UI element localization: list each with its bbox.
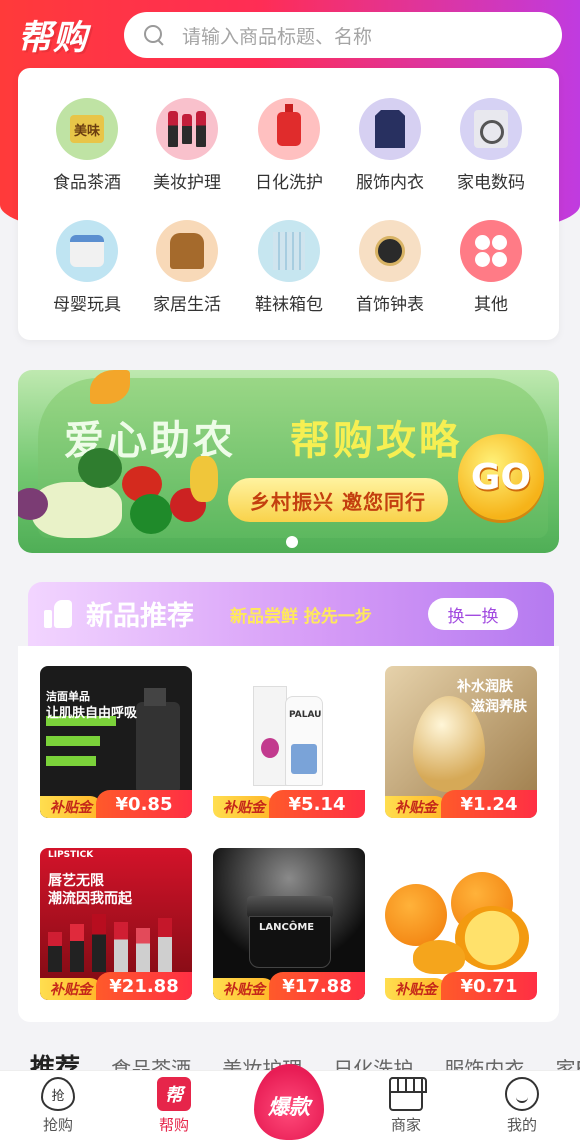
nav-label: 抢购	[42, 1116, 73, 1134]
banner-subtitle: 乡村振兴 邀您同行	[228, 478, 448, 522]
product-caption: LIPSTICK	[48, 850, 94, 860]
subsidy-badge: 补贴金	[213, 978, 275, 1000]
store-icon	[389, 1077, 427, 1111]
banner-title-right: 帮购攻略	[290, 418, 462, 464]
broccoli-icon	[78, 448, 122, 488]
category-other[interactable]: 其他	[441, 220, 541, 315]
product-grid: 洁面单品 让肌肤自由呼吸 补贴金 ¥0.85 PALAU 补贴金 ¥5.14 补…	[18, 646, 559, 1022]
category-appliance[interactable]: 家电数码	[441, 98, 541, 193]
product-caption: 滋润养肤	[471, 699, 527, 715]
category-cosmetics[interactable]: 美妆护理	[137, 98, 237, 193]
price-tag: 补贴金 ¥21.88	[40, 972, 192, 1000]
nav-label: 我的	[506, 1116, 537, 1134]
product-caption: 让肌肤自由呼吸	[46, 706, 138, 721]
curtain-icon	[258, 220, 320, 282]
corn-icon	[190, 456, 218, 502]
subsidy-badge: 补贴金	[40, 978, 102, 1000]
price-tag: 补贴金 ¥17.88	[213, 972, 365, 1000]
subsidy-badge: 补贴金	[40, 796, 102, 818]
product-card[interactable]: 洁面单品 让肌肤自由呼吸 补贴金 ¥0.85	[40, 666, 192, 818]
product-brand: PALAU	[289, 710, 322, 720]
pepper-icon	[130, 494, 172, 534]
subsidy-badge: 补贴金	[385, 978, 447, 1000]
promo-banner[interactable]: 爱心助农 帮购攻略 乡村振兴 邀您同行 GO	[18, 370, 559, 553]
product-price: ¥0.85	[96, 790, 192, 818]
nav-label: 商家	[390, 1116, 421, 1134]
category-grid: 美味 食品茶酒 美妆护理 日化洗护 服饰内衣 家电数码 母婴玩具 家居生活 鞋袜…	[18, 68, 559, 340]
product-price: ¥0.71	[441, 972, 537, 1000]
carousel-indicator[interactable]	[286, 536, 298, 548]
search-icon	[142, 23, 166, 47]
category-food[interactable]: 美味 食品茶酒	[37, 98, 137, 193]
nav-profile[interactable]: 我的	[482, 1077, 562, 1135]
product-caption: 唇艺无限	[48, 873, 104, 889]
other-icon	[460, 220, 522, 282]
banner-go-button[interactable]: GO	[458, 434, 544, 520]
product-caption: 潮流因我而起	[48, 891, 132, 907]
category-shoes-bags[interactable]: 鞋袜箱包	[239, 220, 339, 315]
product-card[interactable]: 补水润肤 滋润养肤 补贴金 ¥1.24	[385, 666, 537, 818]
category-label: 服饰内衣	[356, 173, 424, 193]
price-tag: 补贴金 ¥0.85	[40, 790, 192, 818]
product-card[interactable]: PALAU 补贴金 ¥5.14	[213, 666, 365, 818]
baby-formula-icon	[56, 220, 118, 282]
clothing-icon	[359, 98, 421, 160]
price-tag: 补贴金 ¥5.14	[213, 790, 365, 818]
armchair-icon	[156, 220, 218, 282]
category-clothing[interactable]: 服饰内衣	[340, 98, 440, 193]
category-jewelry[interactable]: 首饰钟表	[340, 220, 440, 315]
new-products-header: 新品推荐 新品尝鲜 抢先一步 换一换	[28, 582, 554, 646]
subsidy-badge: 补贴金	[213, 796, 275, 818]
category-label: 日化洗护	[255, 173, 323, 193]
product-card[interactable]: LIPSTICK 唇艺无限 潮流因我而起 补贴金 ¥21.88	[40, 848, 192, 1000]
category-label: 母婴玩具	[53, 295, 121, 315]
refresh-button[interactable]: 换一换	[428, 598, 518, 630]
nav-merchant[interactable]: 商家	[366, 1077, 446, 1135]
nav-label: 帮购	[158, 1116, 189, 1134]
app-logo: 帮购	[18, 18, 88, 58]
search-input[interactable]: 请输入商品标题、名称	[182, 22, 372, 49]
category-detergent[interactable]: 日化洗护	[239, 98, 339, 193]
subsidy-badge: 补贴金	[385, 796, 447, 818]
product-price: ¥21.88	[96, 972, 192, 1000]
washing-machine-icon	[460, 98, 522, 160]
food-icon: 美味	[56, 98, 118, 160]
category-label: 家电数码	[457, 173, 525, 193]
cosmetics-icon	[156, 98, 218, 160]
category-home[interactable]: 家居生活	[137, 220, 237, 315]
product-price: ¥5.14	[269, 790, 365, 818]
price-tag: 补贴金 ¥0.71	[385, 972, 537, 1000]
search-bar[interactable]: 请输入商品标题、名称	[124, 12, 562, 58]
flame-icon: 抢	[41, 1077, 75, 1111]
product-price: ¥17.88	[269, 972, 365, 1000]
new-products-subtitle: 新品尝鲜 抢先一步	[230, 607, 372, 627]
detergent-icon	[258, 98, 320, 160]
nav-flash-sale[interactable]: 抢 抢购	[18, 1077, 98, 1135]
product-brand: LANCÔME	[259, 922, 315, 933]
product-price: ¥1.24	[441, 790, 537, 818]
bangou-icon: 帮	[157, 1077, 191, 1111]
category-label: 家居生活	[153, 295, 221, 315]
product-card[interactable]: LANCÔME 补贴金 ¥17.88	[213, 848, 365, 1000]
price-tag: 补贴金 ¥1.24	[385, 790, 537, 818]
thumbs-up-icon	[44, 600, 74, 628]
category-label: 鞋袜箱包	[255, 295, 323, 315]
product-caption: 补水润肤	[457, 679, 513, 695]
profile-icon	[505, 1077, 539, 1111]
category-label: 美妆护理	[153, 173, 221, 193]
new-products-title: 新品推荐	[86, 601, 194, 632]
watch-icon	[359, 220, 421, 282]
category-label: 首饰钟表	[356, 295, 424, 315]
category-label: 其他	[474, 295, 508, 315]
category-baby[interactable]: 母婴玩具	[37, 220, 137, 315]
category-label: 食品茶酒	[53, 173, 121, 193]
product-card[interactable]: 补贴金 ¥0.71	[385, 848, 537, 1000]
nav-bangou[interactable]: 帮 帮购	[134, 1077, 214, 1135]
